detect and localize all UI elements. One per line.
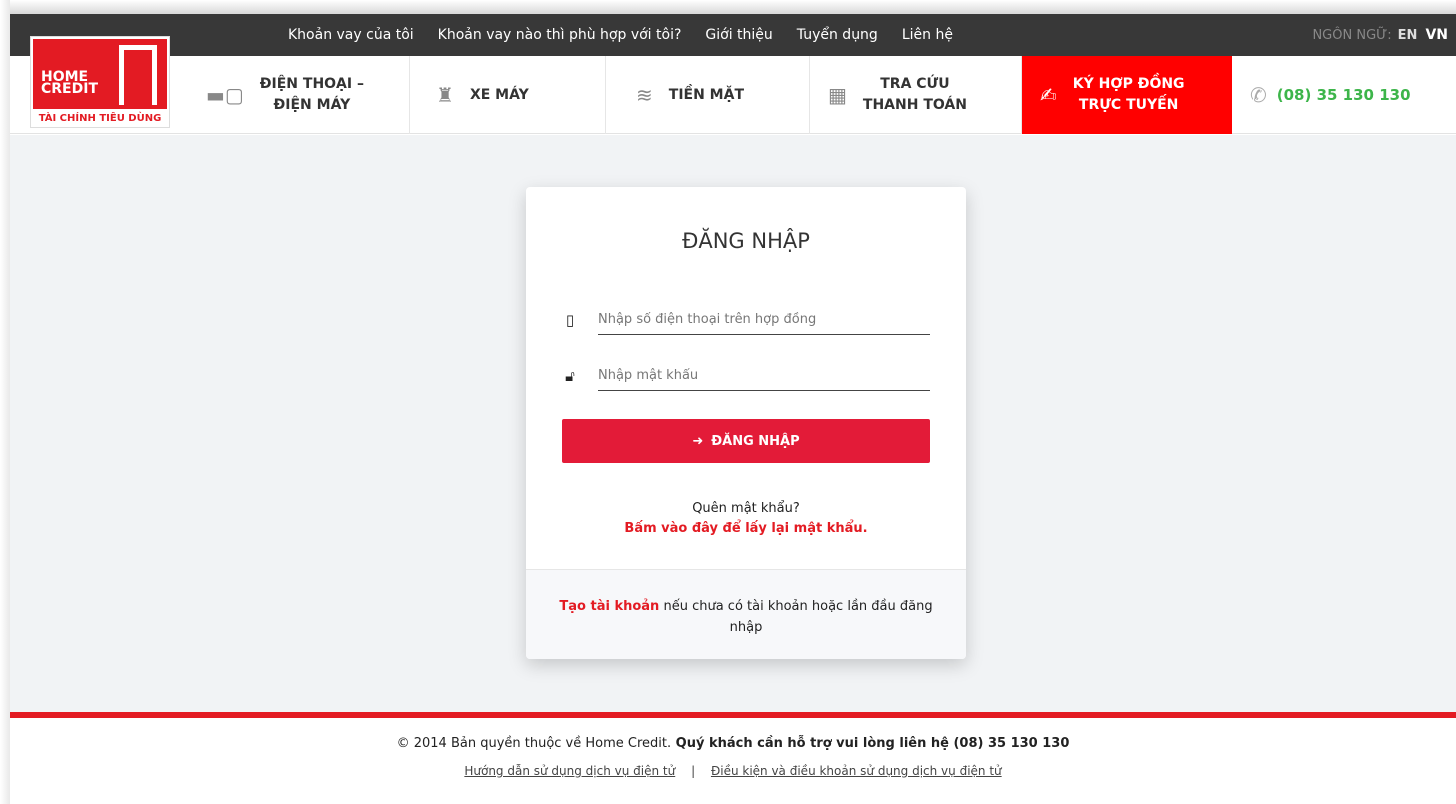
phone-input[interactable]: [598, 305, 930, 335]
mobile-phone-icon: ▯: [565, 311, 575, 329]
create-account-section: Tạo tài khoản nếu chưa có tài khoản hoặc…: [526, 569, 966, 659]
nav-cash[interactable]: ≋ TIỀN MẶT: [606, 56, 810, 134]
nav-phone-devices-label: ĐIỆN THOẠI – ĐIỆN MÁY: [259, 76, 364, 113]
footer-divider: [10, 712, 1456, 718]
copyright-text: © 2014 Bản quyền thuộc về Home Credit.: [396, 736, 672, 751]
top-nav-my-loans[interactable]: Khoản vay của tôi: [288, 27, 414, 43]
login-title: ĐĂNG NHẬP: [682, 229, 810, 253]
language-switcher: NGÔN NGỮ: EN VN: [1312, 14, 1448, 56]
footer-copyright: © 2014 Bản quyền thuộc về Home Credit. Q…: [10, 736, 1456, 751]
language-label: NGÔN NGỮ:: [1312, 27, 1392, 43]
top-bar: Khoản vay của tôi Khoản vay nào thì phù …: [10, 14, 1456, 56]
home-credit-logo[interactable]: HOME CREDIT TÀI CHÍNH TIÊU DÙNG: [30, 36, 170, 128]
language-en[interactable]: EN: [1398, 28, 1418, 43]
password-field: 🔓︎: [562, 353, 930, 393]
top-nav-contact[interactable]: Liên hệ: [902, 27, 953, 43]
window-shadow-top: [0, 0, 1456, 14]
forgot-password-question: Quên mật khẩu?: [692, 501, 800, 516]
footer-links: Hướng dẫn sử dụng dịch vụ điện tử | Điều…: [10, 764, 1456, 778]
nav-payment-lookup[interactable]: ▦ TRA CỨU THANH TOÁN: [810, 56, 1022, 134]
logo-subtitle: TÀI CHÍNH TIÊU DÙNG: [38, 113, 162, 124]
nav-motorbike[interactable]: ♜ XE MÁY: [410, 56, 606, 134]
signature-icon: ✍: [1040, 83, 1057, 107]
window-shadow-left: [0, 0, 10, 804]
hotline[interactable]: ✆ (08) 35 130 130: [1250, 56, 1411, 134]
nav-sign-contract[interactable]: ✍ KÝ HỢP ĐỒNG TRỰC TUYẾN: [1022, 56, 1232, 134]
logo-house-icon: [119, 45, 157, 105]
cash-icon: ≋: [636, 83, 653, 107]
top-nav: Khoản vay của tôi Khoản vay nào thì phù …: [288, 14, 977, 56]
nav-motorbike-label: XE MÁY: [469, 86, 529, 103]
nav-payment-lookup-label: TRA CỨU THANH TOÁN: [862, 76, 967, 113]
login-card: ĐĂNG NHẬP ▯ 🔓︎ ➜ ĐĂNG NHẬP Quên mật khẩu…: [526, 187, 966, 659]
language-vn[interactable]: VN: [1425, 27, 1448, 43]
sign-in-icon: ➜: [692, 433, 704, 449]
create-account-link[interactable]: Tạo tài khoản: [559, 599, 659, 614]
main-content: ĐĂNG NHẬP ▯ 🔓︎ ➜ ĐĂNG NHẬP Quên mật khẩu…: [10, 135, 1456, 712]
forgot-password-link[interactable]: Bấm vào đây để lấy lại mật khẩu.: [526, 521, 966, 536]
logo-badge: HOME CREDIT: [33, 39, 167, 109]
top-nav-about[interactable]: Giới thiệu: [705, 27, 772, 43]
nav-sign-contract-label: KÝ HỢP ĐỒNG TRỰC TUYẾN: [1072, 76, 1185, 113]
phone-field: ▯: [562, 297, 930, 337]
top-nav-careers[interactable]: Tuyển dụng: [797, 27, 878, 43]
lock-icon: 🔓︎: [565, 367, 575, 385]
logo-wordmark: HOME CREDIT: [41, 69, 98, 97]
main-nav: HOME CREDIT TÀI CHÍNH TIÊU DÙNG ▬▢ ĐIỆN T…: [10, 36, 1456, 134]
create-account-text: Tạo tài khoản nếu chưa có tài khoản hoặc…: [556, 596, 936, 638]
support-text: Quý khách cần hỗ trợ vui lòng liên hệ (0…: [671, 736, 1070, 751]
login-button-label: ĐĂNG NHẬP: [711, 433, 800, 449]
laptop-phone-icon: ▬▢: [206, 83, 244, 107]
motorbike-icon: ♜: [436, 83, 454, 107]
password-input[interactable]: [598, 361, 930, 391]
terms-link[interactable]: Điều kiện và điều khoản sử dụng dịch vụ …: [711, 764, 1002, 778]
phone-icon: ✆: [1250, 83, 1267, 107]
calendar-check-icon: ▦: [828, 83, 847, 107]
hotline-number: (08) 35 130 130: [1276, 86, 1411, 104]
nav-cash-label: TIỀN MẶT: [668, 86, 744, 103]
top-nav-which-loan[interactable]: Khoản vay nào thì phù hợp với tôi?: [438, 27, 682, 43]
footer-link-separator: |: [691, 764, 696, 778]
nav-phone-devices[interactable]: ▬▢ ĐIỆN THOẠI – ĐIỆN MÁY: [188, 56, 410, 134]
login-button[interactable]: ➜ ĐĂNG NHẬP: [562, 419, 930, 463]
page: Khoản vay của tôi Khoản vay nào thì phù …: [10, 14, 1456, 804]
create-account-hint: nếu chưa có tài khoản hoặc lần đầu đăng …: [659, 599, 933, 635]
guide-link[interactable]: Hướng dẫn sử dụng dịch vụ điện tử: [464, 764, 675, 778]
